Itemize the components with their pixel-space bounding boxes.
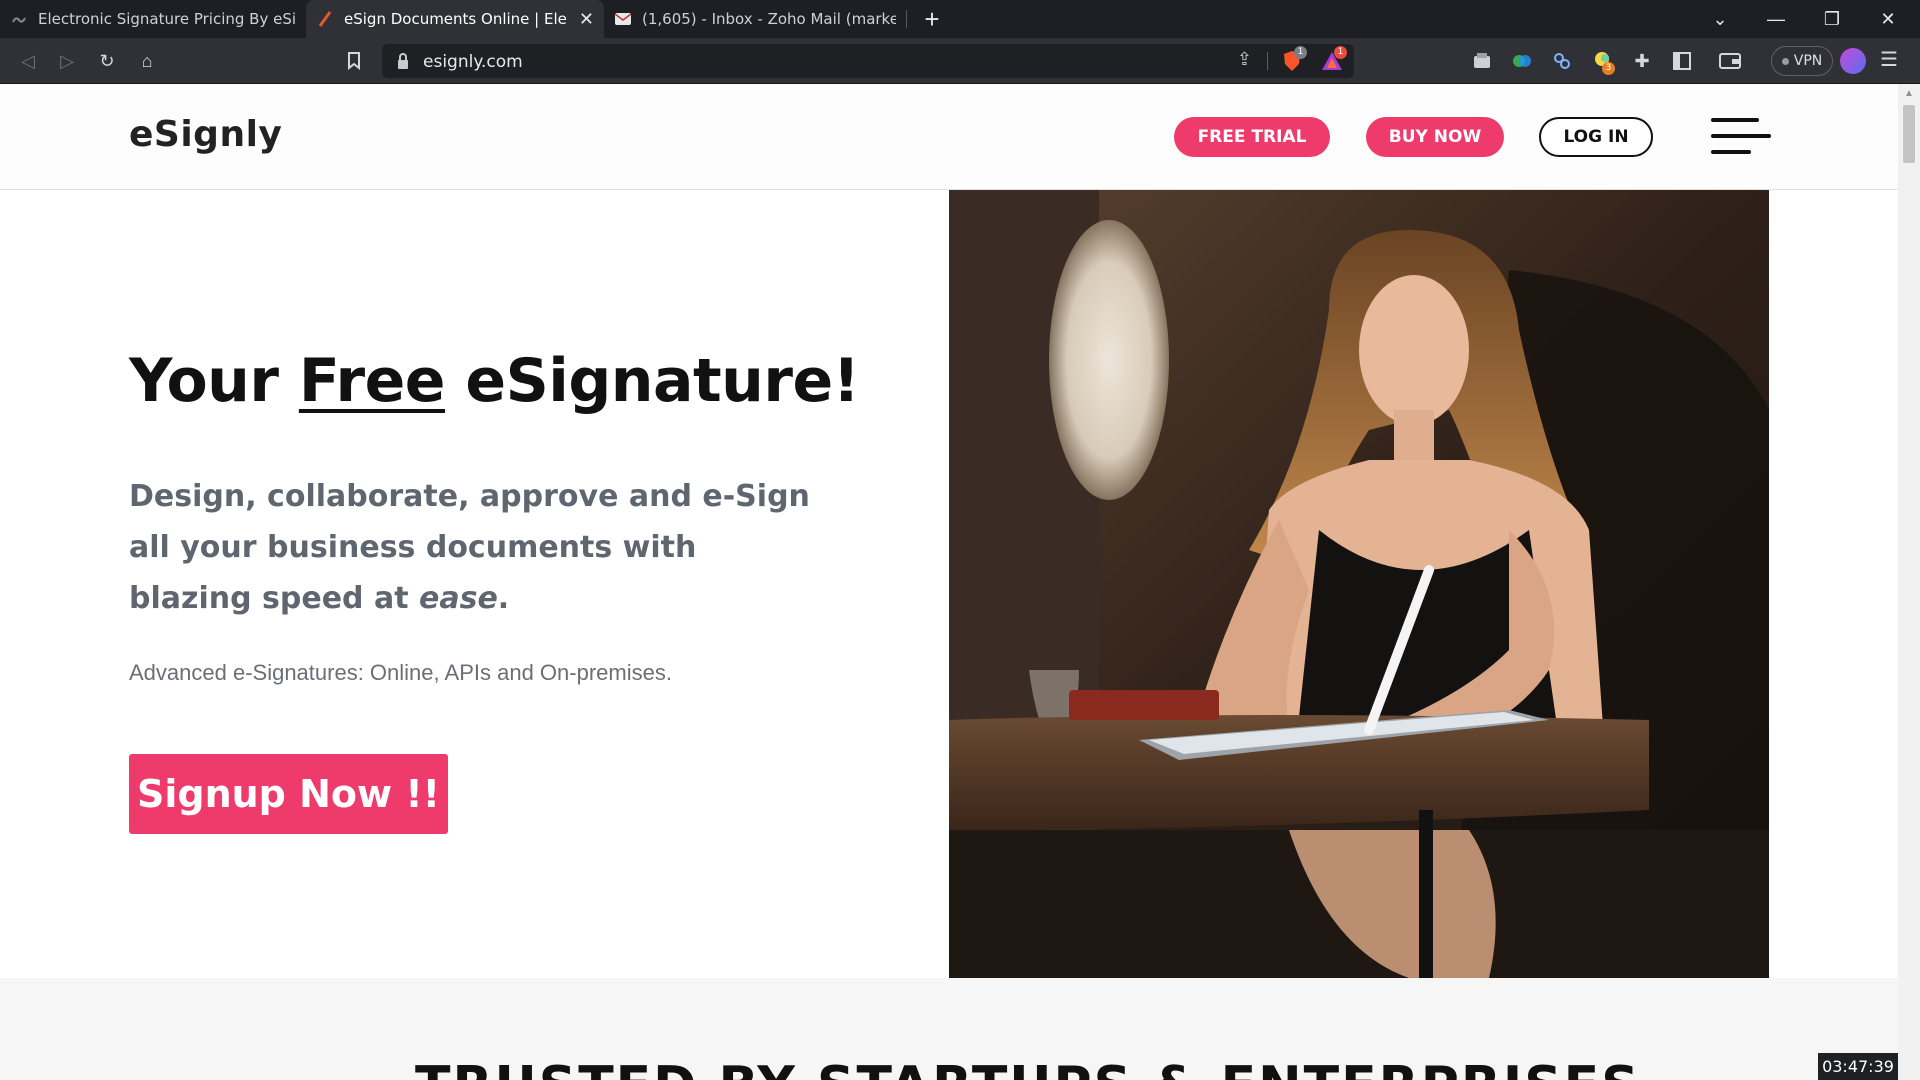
restore-button[interactable]: ❐ bbox=[1804, 0, 1860, 38]
log-in-button[interactable]: LOG IN bbox=[1539, 117, 1653, 157]
extensions-puzzle-icon[interactable]: ✚ bbox=[1630, 49, 1654, 73]
brave-rewards-icon[interactable]: 1 bbox=[1320, 46, 1347, 73]
close-window-button[interactable]: ✕ bbox=[1860, 0, 1916, 38]
vpn-status-dot bbox=[1781, 57, 1789, 65]
browser-menu-icon[interactable]: ☰ bbox=[1880, 47, 1898, 72]
home-button[interactable]: ⌂ bbox=[133, 47, 161, 75]
site-header: eSignly FREE TRIAL BUY NOW LOG IN bbox=[0, 84, 1898, 190]
profile-avatar[interactable] bbox=[1840, 48, 1866, 74]
scroll-up-arrow-icon[interactable]: ▲ bbox=[1904, 88, 1914, 99]
back-button[interactable]: ◁ bbox=[14, 47, 42, 75]
tab-title: Electronic Signature Pricing By eSignly bbox=[38, 10, 296, 28]
hero-photo-woman-signing-tablet bbox=[949, 190, 1769, 978]
hero-features-text: Advanced e-Signatures: Online, APIs and … bbox=[129, 660, 672, 685]
tab-search-chevron-icon[interactable]: ⌄ bbox=[1692, 0, 1748, 38]
sidebar-toggle-icon[interactable] bbox=[1670, 49, 1694, 73]
hamburger-menu-icon[interactable] bbox=[1711, 118, 1771, 158]
hero-subtitle: Design, collaborate, approve and e-Sign … bbox=[129, 471, 829, 624]
address-bar[interactable]: esignly.com ⇪ 1 1 bbox=[382, 44, 1354, 78]
trusted-by-heading: TRUSTED BY STARTUPS & ENTERPRISES bbox=[415, 1056, 1641, 1080]
bookmark-icon[interactable] bbox=[340, 47, 368, 75]
extension-wallet-icon[interactable] bbox=[1470, 49, 1494, 73]
hero-subtitle-end: . bbox=[497, 581, 510, 616]
vpn-button[interactable]: VPN bbox=[1771, 46, 1833, 76]
close-tab-icon[interactable]: ✕ bbox=[579, 9, 594, 30]
taskbar-clock: 03:47:39 bbox=[1818, 1053, 1898, 1080]
hero-title-free: Free bbox=[298, 346, 446, 416]
urlbar-divider bbox=[1267, 52, 1268, 70]
signup-now-button[interactable]: Signup Now !! bbox=[129, 754, 448, 834]
hero-title-start: Your bbox=[129, 346, 299, 416]
share-icon[interactable]: ⇪ bbox=[1237, 49, 1252, 70]
tab-esign-documents[interactable]: eSign Documents Online | Electro ✕ bbox=[306, 0, 604, 38]
rewards-badge: 1 bbox=[1334, 46, 1347, 59]
esignly-pen-icon bbox=[316, 10, 334, 28]
hero-title: Your Free eSignature! bbox=[129, 346, 860, 416]
browser-tab-bar: Electronic Signature Pricing By eSignly … bbox=[0, 0, 1920, 38]
tab-zoho-mail[interactable]: (1,605) - Inbox - Zoho Mail (marketing bbox=[604, 0, 906, 38]
tab-esignly-pricing[interactable]: Electronic Signature Pricing By eSignly bbox=[0, 0, 306, 38]
page-scrollbar[interactable]: ▲ bbox=[1898, 84, 1920, 1080]
zoho-mail-icon bbox=[614, 10, 632, 28]
esignly-pen-icon bbox=[10, 10, 28, 28]
new-tab-button[interactable]: + bbox=[917, 4, 947, 34]
trusted-by-section: TRUSTED BY STARTUPS & ENTERPRISES bbox=[0, 978, 1898, 1080]
extension-badge: 3 bbox=[1602, 62, 1615, 75]
extension-grammar-icon[interactable] bbox=[1510, 49, 1534, 73]
reload-button[interactable]: ↻ bbox=[93, 47, 121, 75]
vpn-label: VPN bbox=[1793, 53, 1823, 69]
hero-title-end: eSignature! bbox=[444, 346, 860, 416]
extension-bulb-icon[interactable]: 3 bbox=[1590, 49, 1615, 75]
buy-now-button[interactable]: BUY NOW bbox=[1366, 117, 1504, 157]
tab-title: (1,605) - Inbox - Zoho Mail (marketing bbox=[642, 10, 896, 28]
site-logo[interactable]: eSignly bbox=[129, 114, 282, 155]
hero-subtitle-italic: ease bbox=[419, 581, 498, 616]
free-trial-button[interactable]: FREE TRIAL bbox=[1174, 117, 1330, 157]
forward-button[interactable]: ▷ bbox=[53, 47, 81, 75]
extension-link-icon[interactable] bbox=[1550, 49, 1574, 73]
browser-toolbar: ◁ ▷ ↻ ⌂ esignly.com ⇪ 1 1 3 ✚ VPN ☰ bbox=[0, 38, 1920, 84]
tab-separator bbox=[906, 10, 907, 28]
wallet-icon[interactable] bbox=[1718, 49, 1742, 73]
brave-shields-icon[interactable]: 1 bbox=[1280, 46, 1307, 73]
minimize-button[interactable]: — bbox=[1748, 0, 1804, 38]
shields-badge: 1 bbox=[1294, 46, 1307, 59]
scrollbar-thumb[interactable] bbox=[1903, 105, 1915, 163]
url-text: esignly.com bbox=[423, 52, 523, 72]
lock-icon bbox=[398, 53, 408, 69]
page-viewport: eSignly FREE TRIAL BUY NOW LOG IN Your F… bbox=[0, 84, 1898, 1080]
tab-title: eSign Documents Online | Electro bbox=[344, 10, 567, 28]
